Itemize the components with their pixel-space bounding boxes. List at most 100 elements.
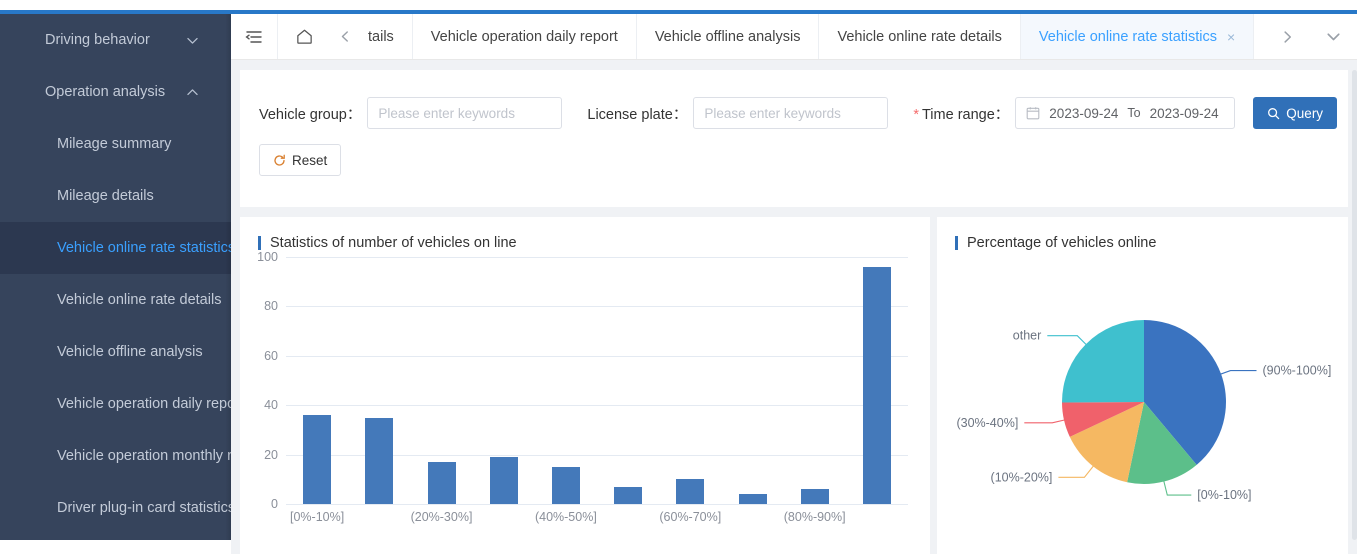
refresh-icon	[273, 154, 286, 167]
bar[interactable]	[551, 466, 580, 504]
search-icon	[1267, 107, 1280, 120]
bar[interactable]	[862, 266, 891, 504]
sidebar-item-mileage-details[interactable]: Mileage details	[0, 170, 231, 222]
query-button-label: Query	[1286, 105, 1324, 121]
sidebar-item-driving-behavior[interactable]: Driving behavior	[0, 14, 231, 66]
bar[interactable]	[738, 494, 767, 504]
tab-tails[interactable]: tails	[360, 14, 413, 59]
sidebar-item-operation-analysis[interactable]: Operation analysis	[0, 66, 231, 118]
tab-label: Vehicle online rate statistics	[1038, 28, 1218, 45]
vertical-scrollbar[interactable]	[1352, 70, 1357, 540]
tab-label: Vehicle offline analysis	[654, 28, 801, 45]
tab-scroll-right-icon[interactable]	[1265, 14, 1309, 59]
sidebar-item-label: Vehicle operation daily report	[57, 396, 231, 412]
pie-chart-title: Percentage of vehicles online	[967, 235, 1157, 251]
sidebar-item-label: Mileage summary	[57, 136, 172, 152]
calendar-icon	[1026, 106, 1040, 120]
sidebar-item-vehicle-online-rate-statistics[interactable]: Vehicle online rate statistics	[0, 222, 231, 274]
vehicle-group-label: Vehicle group：	[259, 106, 362, 123]
tab-bar: tails Vehicle operation daily report Vehic…	[231, 14, 1357, 60]
sidebar-item-label: Driver plug-in card statistics	[57, 500, 231, 516]
time-range-picker[interactable]: 2023-09-24 To 2023-09-24	[1015, 97, 1236, 129]
pie-slice-label: [0%-10%]	[1197, 488, 1251, 502]
bar-chart-title-row: Statistics of number of vehicles on line	[240, 217, 930, 251]
sidebar-item-label: Vehicle online rate statistics	[57, 240, 231, 256]
tab-vehicle-operation-daily-report[interactable]: Vehicle operation daily report	[413, 14, 637, 59]
home-icon[interactable]	[278, 14, 330, 59]
sidebar-item-mileage-summary[interactable]: Mileage summary	[0, 118, 231, 170]
tab-vehicle-online-rate-details[interactable]: Vehicle online rate details	[819, 14, 1021, 59]
pie-leader-line	[1047, 335, 1087, 346]
bar[interactable]	[614, 486, 643, 504]
pie-slice-label: (90%-100%]	[1263, 364, 1332, 378]
pie-svg: (90%-100%] [0%-10%] (10%-20%] (30%-40%] othe…	[956, 320, 1332, 502]
list-collapse-icon[interactable]	[231, 14, 277, 59]
query-button[interactable]: Query	[1253, 97, 1338, 129]
bar[interactable]	[303, 415, 332, 504]
tab-spacer	[1254, 14, 1265, 59]
sidebar-item-vehicle-operation-monthly-report[interactable]: Vehicle operation monthly report	[0, 430, 231, 482]
tab-scroll-left-icon[interactable]	[330, 14, 360, 59]
sidebar-item-label: Vehicle operation monthly report	[57, 448, 231, 464]
pie-slice-label: (30%-40%]	[956, 416, 1018, 430]
filter-panel: Vehicle group： License plate： *Time rang…	[240, 70, 1348, 207]
x-axis-tick-label: (60%-70%]	[659, 510, 722, 524]
pie-leader-line	[1024, 419, 1066, 424]
time-range-label: * Time range：	[913, 103, 1009, 124]
bar[interactable]	[427, 462, 456, 504]
bar[interactable]	[489, 457, 518, 504]
sidebar-item-label: Vehicle offline analysis	[57, 344, 203, 360]
tab-label: Vehicle online rate details	[837, 28, 1002, 45]
pie-slice[interactable]	[1061, 320, 1144, 403]
time-range-label-text: Time range：	[921, 106, 1010, 123]
y-axis-tick-label: 80	[264, 299, 278, 314]
sidebar-nav: Driving behavior Operation analysis Mileag…	[0, 14, 231, 540]
bar[interactable]	[800, 489, 829, 504]
y-axis-tick-label: 0	[271, 497, 278, 511]
sidebar-item-label: Vehicle online rate details	[57, 292, 222, 308]
reset-button-label: Reset	[292, 152, 328, 168]
x-axis-tick-label: (40%-50%]	[534, 510, 597, 524]
y-axis-tick-label: 40	[264, 398, 278, 413]
bar-chart-title: Statistics of number of vehicles on line	[270, 235, 517, 251]
sidebar-item-vehicle-operation-daily-report[interactable]: Vehicle operation daily report	[0, 378, 231, 430]
tab-close-icon[interactable]: ×	[1227, 30, 1235, 44]
y-axis-tick-label: 20	[264, 447, 278, 462]
time-range-end: 2023-09-24	[1149, 105, 1219, 121]
pie-chart-panel: Percentage of vehicles online (90%-100%]…	[937, 217, 1348, 554]
bar[interactable]	[365, 417, 394, 504]
pie-leader-line	[1058, 465, 1095, 478]
title-accent-mark	[955, 236, 958, 250]
pie-leader-line	[1163, 480, 1192, 496]
tab-dropdown-icon[interactable]	[1309, 14, 1357, 59]
x-axis-tick-label: (80%-90%]	[783, 510, 846, 524]
tab-vehicle-online-rate-statistics[interactable]: Vehicle online rate statistics ×	[1020, 14, 1255, 59]
sidebar-item-vehicle-online-rate-details[interactable]: Vehicle online rate details	[0, 274, 231, 326]
reset-button[interactable]: Reset	[259, 144, 342, 176]
bar-chart-panel: Statistics of number of vehicles on line…	[240, 217, 930, 554]
bar-plot-area	[286, 257, 908, 504]
license-plate-input[interactable]	[693, 97, 889, 129]
pie-leader-line	[1219, 370, 1257, 375]
x-axis-tick-label: [0%-10%]	[289, 510, 345, 524]
time-range-separator: To	[1127, 106, 1141, 120]
vehicle-group-input[interactable]	[367, 97, 563, 129]
required-asterisk: *	[913, 106, 919, 123]
tab-label: tails	[368, 28, 394, 45]
sidebar-item-label: Mileage details	[57, 188, 154, 204]
tab-label: Vehicle operation daily report	[430, 28, 618, 45]
bar[interactable]	[676, 479, 705, 504]
chevron-down-icon	[186, 14, 199, 66]
sidebar-item-label: Driving behavior	[45, 32, 150, 48]
tab-vehicle-offline-analysis[interactable]: Vehicle offline analysis	[637, 14, 820, 59]
y-axis-tick-label: 100	[257, 250, 278, 264]
pie-chart: (90%-100%] [0%-10%] (10%-20%] (30%-40%] othe…	[937, 257, 1348, 554]
gridline	[286, 504, 908, 505]
chevron-up-icon	[186, 66, 199, 118]
content-area: tails Vehicle operation daily report Vehic…	[231, 14, 1357, 554]
pie-slice-label: (10%-20%]	[991, 470, 1053, 484]
y-axis-tick-label: 60	[264, 348, 278, 363]
sidebar-item-vehicle-offline-analysis[interactable]: Vehicle offline analysis	[0, 326, 231, 378]
sidebar-item-driver-plug-in-card-statistics[interactable]: Driver plug-in card statistics	[0, 482, 231, 534]
sidebar-bottom-fade	[0, 540, 231, 554]
